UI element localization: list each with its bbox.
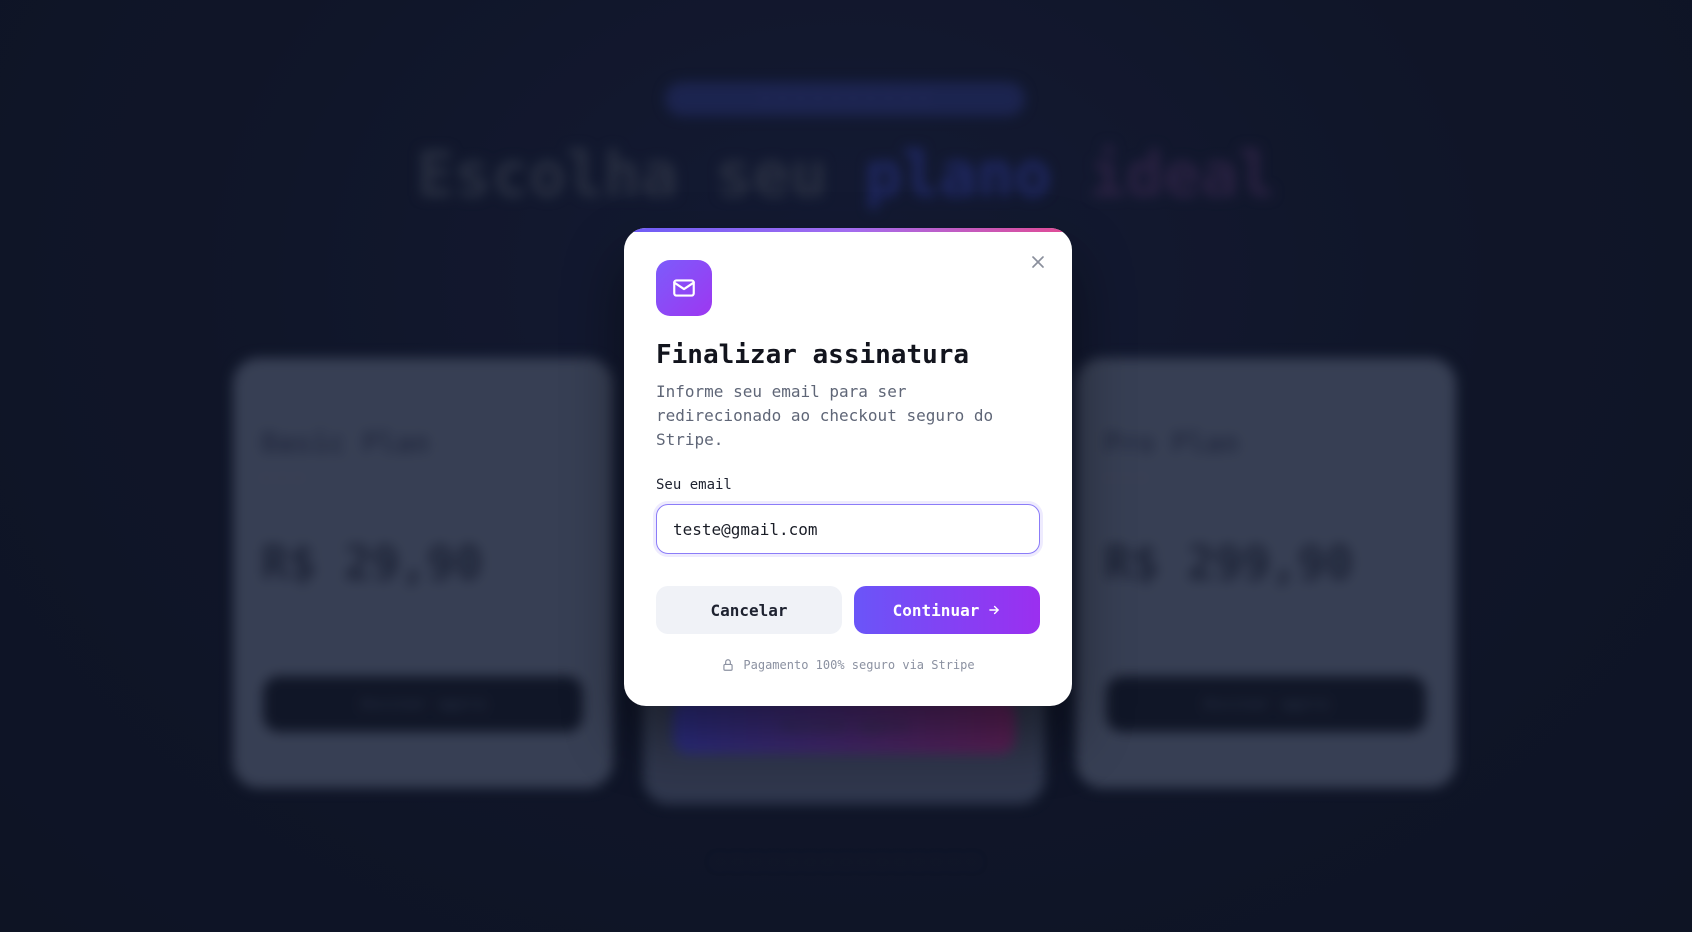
close-icon[interactable] <box>1028 252 1048 272</box>
modal-title: Finalizar assinatura <box>656 340 970 370</box>
lock-icon <box>723 659 734 671</box>
secure-payment-text: Pagamento 100% seguro via Stripe <box>743 658 975 672</box>
modal-accent-bar <box>624 228 1072 232</box>
mail-icon <box>656 260 712 316</box>
email-input[interactable] <box>656 504 1040 554</box>
arrow-right-icon <box>989 605 1000 615</box>
continue-button-label: Continuar <box>892 600 980 620</box>
email-label: Seu email <box>656 477 732 493</box>
cancel-button[interactable]: Cancelar <box>656 586 842 634</box>
checkout-modal: Finalizar assinatura Informe seu email p… <box>624 228 1072 706</box>
secure-payment-note: Pagamento 100% seguro via Stripe <box>624 658 1072 672</box>
pricing-page: — — — — — — — — — — Escolha seu plano id… <box>0 0 1692 932</box>
modal-description: Informe seu email para ser redirecionado… <box>656 382 994 449</box>
continue-button[interactable]: Continuar <box>854 586 1040 634</box>
